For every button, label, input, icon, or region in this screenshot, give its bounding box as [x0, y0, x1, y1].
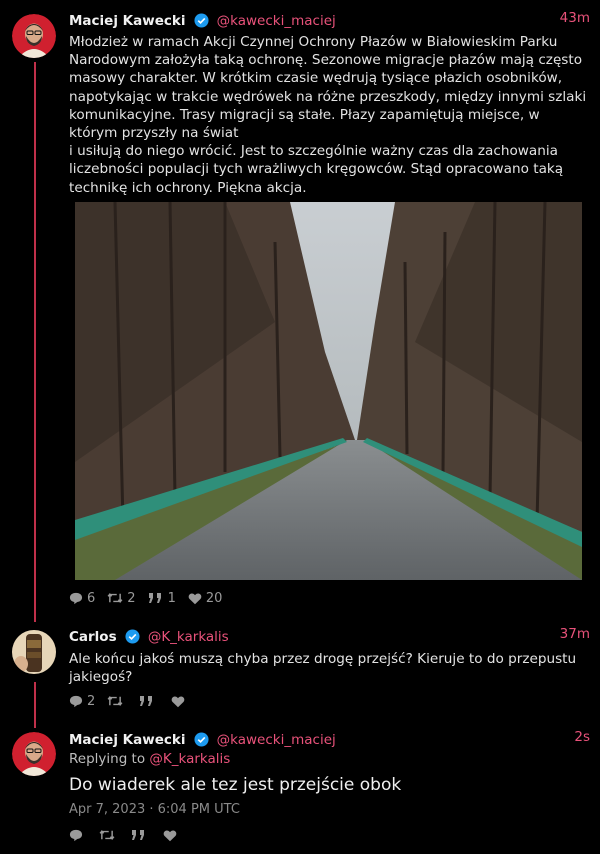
reply-icon: [69, 592, 83, 604]
repost-button[interactable]: [99, 829, 119, 841]
author-handle[interactable]: @kawecki_maciej: [217, 732, 336, 748]
tweet-paragraph: i usiłują do niego wrócić. Jest to szcze…: [69, 143, 564, 196]
author-name[interactable]: Maciej Kawecki: [69, 13, 185, 29]
heart-icon: [171, 696, 185, 707]
tweet-focused[interactable]: Maciej Kawecki @kawecki_maciej 2s Replyi…: [0, 720, 600, 854]
reply-button[interactable]: 6: [69, 591, 95, 606]
reply-count: 2: [87, 693, 96, 709]
quote-button[interactable]: [139, 695, 159, 707]
quote-icon: [132, 830, 144, 840]
replying-to: Replying to @K_karkalis: [69, 751, 230, 767]
repost-icon: [107, 592, 123, 604]
timestamp[interactable]: 2s: [574, 729, 590, 745]
author-name[interactable]: Carlos: [69, 629, 117, 645]
like-count: 20: [205, 590, 223, 606]
replying-to-handle[interactable]: @K_karkalis: [149, 751, 230, 767]
author-handle[interactable]: @K_karkalis: [148, 629, 229, 645]
timestamp[interactable]: 43m: [560, 10, 590, 26]
tweet-image[interactable]: [75, 202, 582, 580]
verified-icon: [194, 13, 209, 32]
author-name[interactable]: Maciej Kawecki: [69, 732, 185, 748]
heart-icon: [163, 830, 177, 841]
timestamp[interactable]: 37m: [560, 626, 590, 642]
avatar[interactable]: [12, 732, 56, 776]
reply-icon: [69, 695, 83, 707]
quote-button[interactable]: [131, 829, 151, 841]
tweet-datetime[interactable]: Apr 7, 2023 · 6:04 PM UTC: [69, 802, 240, 817]
reply-count: 6: [87, 590, 96, 606]
tweet-text: Do wiaderek ale tez jest przejście obok: [69, 775, 402, 795]
quote-icon: [148, 593, 161, 603]
quote-button[interactable]: 1: [148, 591, 176, 606]
replying-to-label: Replying to: [69, 751, 150, 767]
verified-icon: [194, 732, 209, 751]
reply-button[interactable]: [69, 829, 87, 842]
author-handle[interactable]: @kawecki_maciej: [217, 13, 336, 29]
heart-icon: [188, 593, 202, 604]
repost-icon: [107, 695, 123, 707]
verified-icon: [125, 629, 140, 648]
reply-icon: [69, 829, 83, 841]
like-button[interactable]: [171, 695, 189, 708]
tweet-text: Ale końcu jakoś muszą chyba przez drogę …: [69, 651, 577, 686]
like-button[interactable]: 20: [188, 590, 223, 606]
quote-count: 1: [167, 590, 176, 606]
repost-count: 2: [127, 590, 136, 606]
tweet-paragraph: Młodzież w ramach Akcji Czynnej Ochrony …: [69, 34, 587, 142]
avatar[interactable]: [12, 14, 56, 58]
repost-button[interactable]: 2: [107, 590, 136, 606]
repost-button[interactable]: [107, 695, 127, 707]
quote-icon: [140, 696, 153, 706]
repost-icon: [99, 829, 115, 841]
tweet-text: Młodzież w ramach Akcji Czynnej Ochrony …: [69, 33, 588, 197]
tweet-reply[interactable]: Carlos @K_karkalis 37m Ale końcu jakoś m…: [0, 620, 600, 720]
tweet-main[interactable]: Maciej Kawecki @kawecki_maciej 43m Młodz…: [0, 0, 600, 620]
avatar[interactable]: [12, 630, 56, 674]
like-button[interactable]: [163, 829, 181, 842]
reply-button[interactable]: 2: [69, 694, 95, 709]
